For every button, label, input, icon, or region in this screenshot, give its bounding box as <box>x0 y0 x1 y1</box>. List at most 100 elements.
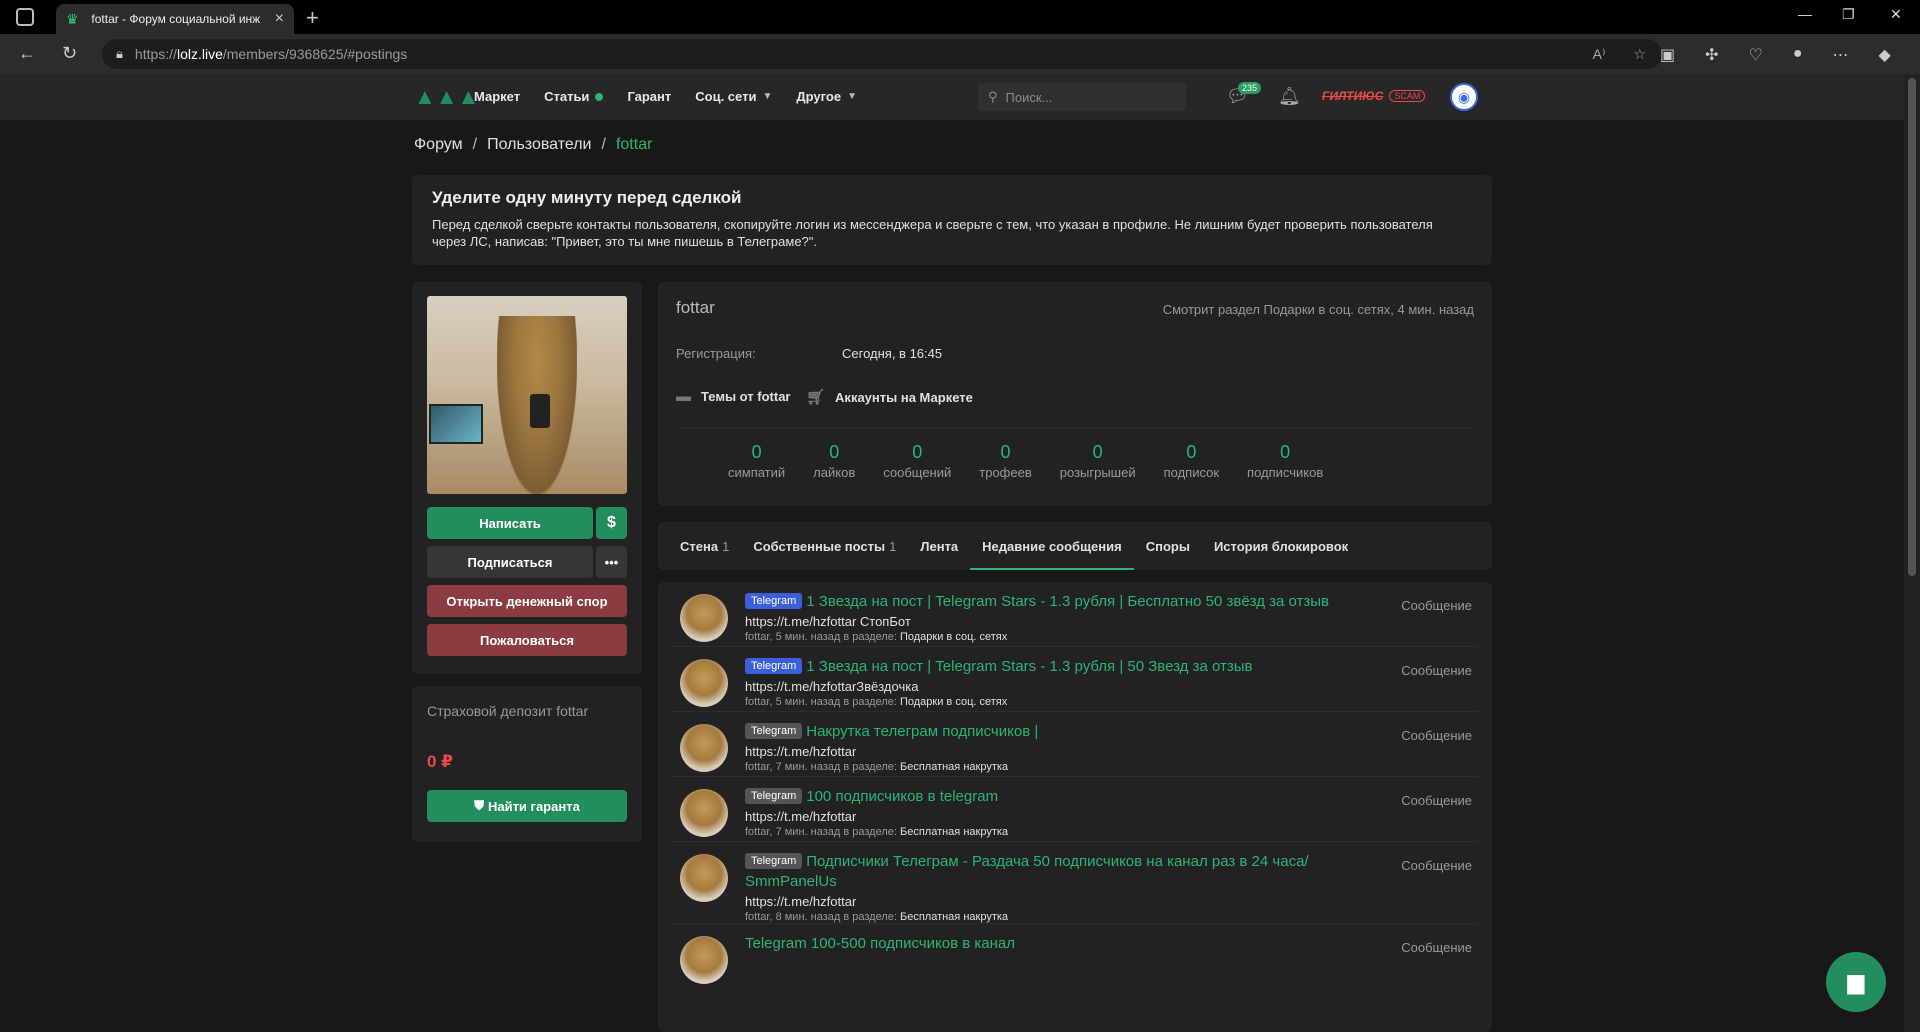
profile-avatar-icon[interactable]: ● <box>1793 45 1803 65</box>
menu-dots-icon[interactable]: ⋯ <box>1833 45 1849 65</box>
market-accounts-link[interactable]: 🛒︎ Аккаунты на Маркете <box>806 388 973 406</box>
list-item[interactable]: Telegram Подписчики Телеграм - Раздача 50… <box>672 842 1478 924</box>
read-aloud-icon[interactable]: A⁾ <box>1593 46 1606 63</box>
workspaces-icon[interactable] <box>16 8 34 26</box>
counter-likes[interactable]: 0 лайков <box>813 442 855 480</box>
profile-username: fottar <box>676 298 715 317</box>
avatar[interactable] <box>680 854 728 902</box>
menu-social[interactable]: Соц. сети ▼ <box>695 89 772 104</box>
breadcrumb-users[interactable]: Пользователи <box>487 136 591 154</box>
counter-sympathies[interactable]: 0 симпатий <box>728 442 785 480</box>
page-scrollbar[interactable] <box>1904 74 1920 1032</box>
open-dispute-button[interactable]: Открыть денежный спор <box>427 585 627 617</box>
deposit-title: Страховой депозит fottar <box>427 703 589 719</box>
header-user[interactable]: ГИЛТИЮС SCAM <box>1322 89 1426 103</box>
tab-recent-messages[interactable]: Недавние сообщения <box>970 522 1134 570</box>
chat-fab-button[interactable]: ▆ <box>1826 952 1886 1012</box>
post-type: Сообщение <box>1401 858 1472 873</box>
report-button[interactable]: Пожаловаться <box>427 624 627 656</box>
post-section[interactable]: Подарки в соц. сетях <box>900 631 1007 643</box>
post-section[interactable]: Подарки в соц. сетях <box>900 696 1007 708</box>
tab-disputes[interactable]: Споры <box>1134 522 1202 570</box>
profile-sidebar: Написать $ Подписаться ••• Открыть денеж… <box>412 282 642 674</box>
minimize-icon[interactable]: — <box>1798 6 1812 22</box>
prefix-badge[interactable]: Telegram <box>745 788 803 804</box>
list-item[interactable]: Telegram Накрутка телеграм подписчиков | … <box>672 712 1478 777</box>
tab-wall[interactable]: Стена 1 <box>668 522 741 570</box>
site-favicon-icon: ♛ <box>66 11 79 27</box>
find-guarantor-button[interactable]: ⛊ Найти гаранта <box>427 790 627 822</box>
post-snippet: https://t.me/hzfottarЗвёздочка <box>745 679 919 694</box>
menu-articles[interactable]: Статьи <box>544 89 604 104</box>
counter-messages[interactable]: 0 сообщений <box>883 442 951 480</box>
extensions-puzzle-icon[interactable]: ✣ <box>1705 45 1718 65</box>
list-item[interactable]: Telegram 100-500 подписчиков в канал Соо… <box>672 924 1478 989</box>
prefix-badge[interactable]: Telegram <box>745 853 803 869</box>
topics-link[interactable]: ▬ Темы от fottar <box>676 388 791 405</box>
post-section[interactable]: Бесплатная накрутка <box>900 911 1008 923</box>
shield-icon: ⛊ <box>474 798 484 813</box>
post-title[interactable]: Накрутка телеграм подписчиков | <box>806 723 1038 740</box>
post-meta: fottar, 5 мин. назад в разделе: <box>745 631 897 643</box>
list-item[interactable]: Telegram 1 Звезда на пост | Telegram Star… <box>672 647 1478 712</box>
bell-icon[interactable]: 🔔︎ <box>1278 86 1301 107</box>
money-transfer-button[interactable]: $ <box>596 507 627 539</box>
write-button[interactable]: Написать <box>427 507 593 539</box>
avatar[interactable] <box>680 936 728 984</box>
tab-feed[interactable]: Лента <box>908 522 970 570</box>
post-title[interactable]: 1 Звезда на пост | Telegram Stars - 1.3 … <box>806 593 1329 610</box>
avatar[interactable] <box>680 594 728 642</box>
close-tab-icon[interactable]: × <box>275 10 284 28</box>
prefix-badge[interactable]: Telegram <box>745 723 803 739</box>
chat-bubble-icon: ▆ <box>1847 969 1865 994</box>
breadcrumb-current[interactable]: fottar <box>616 136 652 154</box>
restore-icon[interactable]: ❐ <box>1842 6 1855 23</box>
avatar[interactable] <box>680 659 728 707</box>
counter-subscribers[interactable]: 0 подписчиков <box>1247 442 1323 480</box>
counter-giveaways[interactable]: 0 розыгрышей <box>1060 442 1136 480</box>
post-title[interactable]: 1 Звезда на пост | Telegram Stars - 1.3 … <box>806 658 1252 675</box>
close-window-icon[interactable]: ✕ <box>1890 6 1902 23</box>
search-icon: ⚲ <box>988 89 998 104</box>
post-section[interactable]: Бесплатная накрутка <box>900 761 1008 773</box>
list-item[interactable]: Telegram 1 Звезда на пост | Telegram Star… <box>672 582 1478 647</box>
header-avatar[interactable]: ◉ <box>1450 83 1478 111</box>
scrollbar-thumb[interactable] <box>1908 78 1916 576</box>
subscribe-button[interactable]: Подписаться <box>427 546 593 578</box>
prefix-badge[interactable]: Telegram <box>745 593 803 609</box>
tab-ban-history[interactable]: История блокировок <box>1202 522 1360 570</box>
avatar[interactable] <box>680 724 728 772</box>
reload-icon[interactable]: ↻ <box>62 43 77 64</box>
avatar[interactable] <box>680 789 728 837</box>
back-icon[interactable]: ← <box>18 43 36 64</box>
copilot-icon[interactable]: ◆ <box>1879 45 1891 65</box>
list-item[interactable]: Telegram 100 подписчиков в telegram https… <box>672 777 1478 842</box>
new-tab-icon[interactable]: + <box>306 5 319 31</box>
prefix-badge[interactable]: Telegram <box>745 658 803 674</box>
health-icon[interactable]: ♡ <box>1749 45 1763 65</box>
post-section[interactable]: Бесплатная накрутка <box>900 826 1008 838</box>
post-title[interactable]: Подписчики Телеграм - Раздача 50 подписч… <box>745 853 1309 890</box>
recent-messages-list: Telegram 1 Звезда на пост | Telegram Star… <box>658 582 1492 1032</box>
insurance-deposit-card: Страховой депозит fottar 0 ₽ ⛊ Найти гара… <box>412 686 642 842</box>
counter-subscriptions[interactable]: 0 подписок <box>1164 442 1219 480</box>
tab-own-posts[interactable]: Собственные посты 1 <box>741 522 908 570</box>
menu-guarantor[interactable]: Гарант <box>627 89 671 104</box>
browser-tab[interactable]: ♛ fottar - Форум социальной инж × <box>56 4 294 34</box>
counter-trophies[interactable]: 0 трофеев <box>979 442 1031 480</box>
more-options-button[interactable]: ••• <box>596 546 627 578</box>
breadcrumb-forum[interactable]: Форум <box>414 136 463 154</box>
post-title[interactable]: Telegram 100-500 подписчиков в канал <box>745 935 1015 952</box>
url-field[interactable]: 🔒︎ https://lolz.live/members/9368625/#po… <box>102 39 1662 69</box>
post-meta: fottar, 7 мин. назад в разделе: <box>745 761 897 773</box>
menu-market[interactable]: Маркет <box>474 89 520 104</box>
menu-other[interactable]: Другое ▼ <box>796 89 857 104</box>
new-dot-icon <box>595 92 604 101</box>
post-type: Сообщение <box>1401 793 1472 808</box>
favorite-star-icon[interactable]: ☆ <box>1633 46 1646 63</box>
site-logo-icon[interactable]: ▲▲▲ <box>414 84 479 110</box>
post-title[interactable]: 100 подписчиков в telegram <box>806 788 998 805</box>
extension-icon[interactable]: ▣ <box>1660 45 1675 65</box>
search-input[interactable] <box>1005 89 1166 105</box>
site-header: ▲▲▲ Маркет Статьи Гарант Соц. сети ▼ Друг… <box>0 74 1904 120</box>
